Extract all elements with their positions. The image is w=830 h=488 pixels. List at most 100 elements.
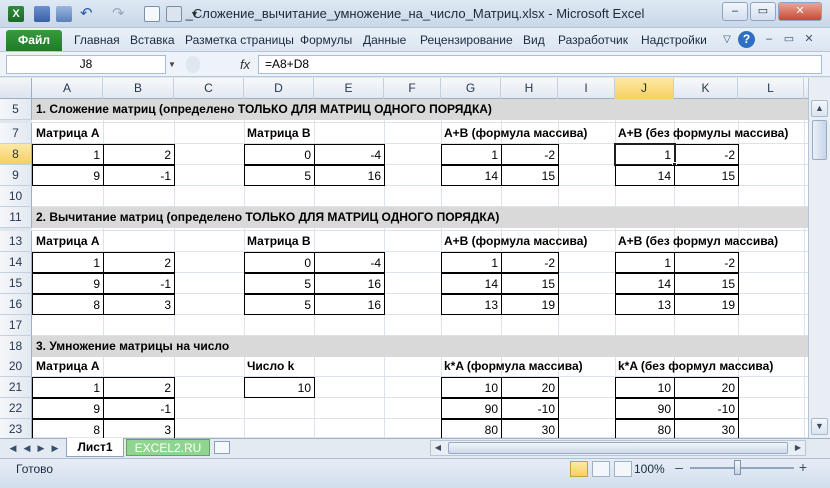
row-header-10[interactable]: 10 [0, 186, 32, 207]
column-header-l[interactable]: L [738, 78, 804, 99]
cell-a16[interactable]: 8 [32, 294, 104, 315]
cell-e16[interactable]: 16 [314, 294, 385, 315]
formula-input[interactable]: =A8+D8 [258, 55, 822, 74]
section-title-multiplication[interactable]: 3. Умножение матрицы на число [36, 336, 229, 357]
cell-g16[interactable]: 13 [441, 294, 502, 315]
row-header-13[interactable]: 13 [0, 231, 32, 252]
cell-g21[interactable]: 10 [441, 377, 502, 398]
cell-a15[interactable]: 9 [32, 273, 104, 294]
cell-a22[interactable]: 9 [32, 398, 104, 419]
row-header-11[interactable]: 11 [0, 207, 32, 228]
insert-sheet-icon[interactable] [214, 441, 230, 454]
row-header-23[interactable]: 23 [0, 419, 32, 440]
cell-d8[interactable]: 0 [244, 144, 315, 165]
expand-formula-icon[interactable] [186, 56, 200, 73]
cell-g15[interactable]: 14 [441, 273, 502, 294]
tab-addins[interactable]: Надстройки [641, 28, 707, 52]
header-matrix-a-2[interactable]: Матрица А [36, 231, 100, 252]
select-all-corner[interactable] [0, 78, 32, 99]
row-header-14[interactable]: 14 [0, 252, 32, 273]
cell-j15[interactable]: 14 [615, 273, 675, 294]
cell-h14[interactable]: -2 [501, 252, 559, 273]
cell-e15[interactable]: 16 [314, 273, 385, 294]
cell-k15[interactable]: 15 [674, 273, 739, 294]
cell-h23[interactable]: 30 [501, 419, 559, 440]
column-header-d[interactable]: D [244, 78, 314, 99]
workbook-close-icon[interactable]: ✕ [802, 32, 816, 46]
row-header-17[interactable]: 17 [0, 315, 32, 336]
minimize-ribbon-icon[interactable]: ▽ [720, 33, 734, 47]
header-sum-array-2[interactable]: А+В (формула массива) [444, 231, 587, 252]
header-matrix-a-3[interactable]: Матрица А [36, 356, 100, 377]
page-break-view-icon[interactable] [614, 461, 632, 477]
cell-d16[interactable]: 5 [244, 294, 315, 315]
cell-d14[interactable]: 0 [244, 252, 315, 273]
row-header-18[interactable]: 18 [0, 336, 32, 357]
active-cell-selection[interactable] [614, 143, 676, 166]
cell-g14[interactable]: 1 [441, 252, 502, 273]
cell-j21[interactable]: 10 [615, 377, 675, 398]
cell-h8[interactable]: -2 [501, 144, 559, 165]
column-header-i[interactable]: I [558, 78, 615, 99]
header-sum-no-array-2[interactable]: А+В (без формул массива) [618, 231, 778, 252]
tab-review[interactable]: Рецензирование [420, 28, 513, 52]
tab-developer[interactable]: Разработчик [558, 28, 628, 52]
header-number-k[interactable]: Число k [247, 356, 294, 377]
tab-home[interactable]: Главная [74, 28, 120, 52]
cell-h16[interactable]: 19 [501, 294, 559, 315]
normal-view-icon[interactable] [570, 461, 588, 477]
header-matrix-b-2[interactable]: Матрица В [247, 231, 311, 252]
scroll-up-arrow-icon[interactable]: ▲ [811, 100, 828, 117]
cell-h9[interactable]: 15 [501, 165, 559, 186]
name-box-dropdown-icon[interactable]: ▼ [168, 58, 180, 72]
cell-e9[interactable]: 16 [314, 165, 385, 186]
scroll-right-arrow-icon[interactable]: ▶ [792, 441, 804, 455]
row-header-8[interactable]: 8 [0, 144, 32, 165]
column-header-a[interactable]: A [32, 78, 103, 99]
section-title-subtraction[interactable]: 2. Вычитание матриц (определено ТОЛЬКО Д… [36, 207, 499, 228]
cell-a21[interactable]: 1 [32, 377, 104, 398]
cell-d9[interactable]: 5 [244, 165, 315, 186]
cell-b9[interactable]: -1 [103, 165, 175, 186]
close-button[interactable]: ✕ [778, 2, 822, 21]
cell-g8[interactable]: 1 [441, 144, 502, 165]
column-header-e[interactable]: E [314, 78, 384, 99]
cell-g22[interactable]: 90 [441, 398, 502, 419]
header-product-array[interactable]: k*A (формула массива) [444, 356, 583, 377]
cell-j23[interactable]: 80 [615, 419, 675, 440]
sheet-tab-list1[interactable]: Лист1 [66, 438, 124, 457]
cell-j22[interactable]: 90 [615, 398, 675, 419]
help-icon[interactable]: ? [738, 31, 755, 48]
row-header-20[interactable]: 20 [0, 356, 32, 377]
header-matrix-b-1[interactable]: Матрица В [247, 123, 311, 144]
cell-b8[interactable]: 2 [103, 144, 175, 165]
section-title-addition[interactable]: 1. Сложение матриц (определено ТОЛЬКО ДЛ… [36, 99, 492, 120]
column-header-j[interactable]: J [615, 78, 674, 99]
tab-data[interactable]: Данные [363, 28, 406, 52]
scroll-down-arrow-icon[interactable]: ▼ [811, 418, 828, 435]
name-box[interactable]: J8 [6, 55, 166, 74]
cell-b14[interactable]: 2 [103, 252, 175, 273]
cell-h21[interactable]: 20 [501, 377, 559, 398]
cell-d21[interactable]: 10 [244, 377, 315, 398]
zoom-level[interactable]: 100% [634, 458, 665, 480]
cell-b15[interactable]: -1 [103, 273, 175, 294]
cell-g9[interactable]: 14 [441, 165, 502, 186]
vertical-scroll-thumb[interactable] [812, 120, 827, 160]
tab-file[interactable]: Файл [6, 30, 62, 51]
cell-j9[interactable]: 14 [615, 165, 675, 186]
prev-sheet-icon[interactable]: ◀ [20, 441, 34, 455]
cell-k22[interactable]: -10 [674, 398, 739, 419]
last-sheet-icon[interactable]: ▶ [48, 441, 62, 455]
column-header-h[interactable]: H [501, 78, 558, 99]
zoom-out-button[interactable]: – [672, 459, 686, 475]
cell-h22[interactable]: -10 [501, 398, 559, 419]
header-product-no-array[interactable]: k*A (без формул массива) [618, 356, 773, 377]
cell-k9[interactable]: 15 [674, 165, 739, 186]
sheet-tab-excel2[interactable]: EXCEL2.RU [126, 439, 210, 456]
row-header-7[interactable]: 7 [0, 123, 32, 144]
zoom-slider-thumb[interactable] [734, 460, 741, 475]
row-header-22[interactable]: 22 [0, 398, 32, 419]
column-header-k[interactable]: K [674, 78, 738, 99]
tab-view[interactable]: Вид [523, 28, 545, 52]
